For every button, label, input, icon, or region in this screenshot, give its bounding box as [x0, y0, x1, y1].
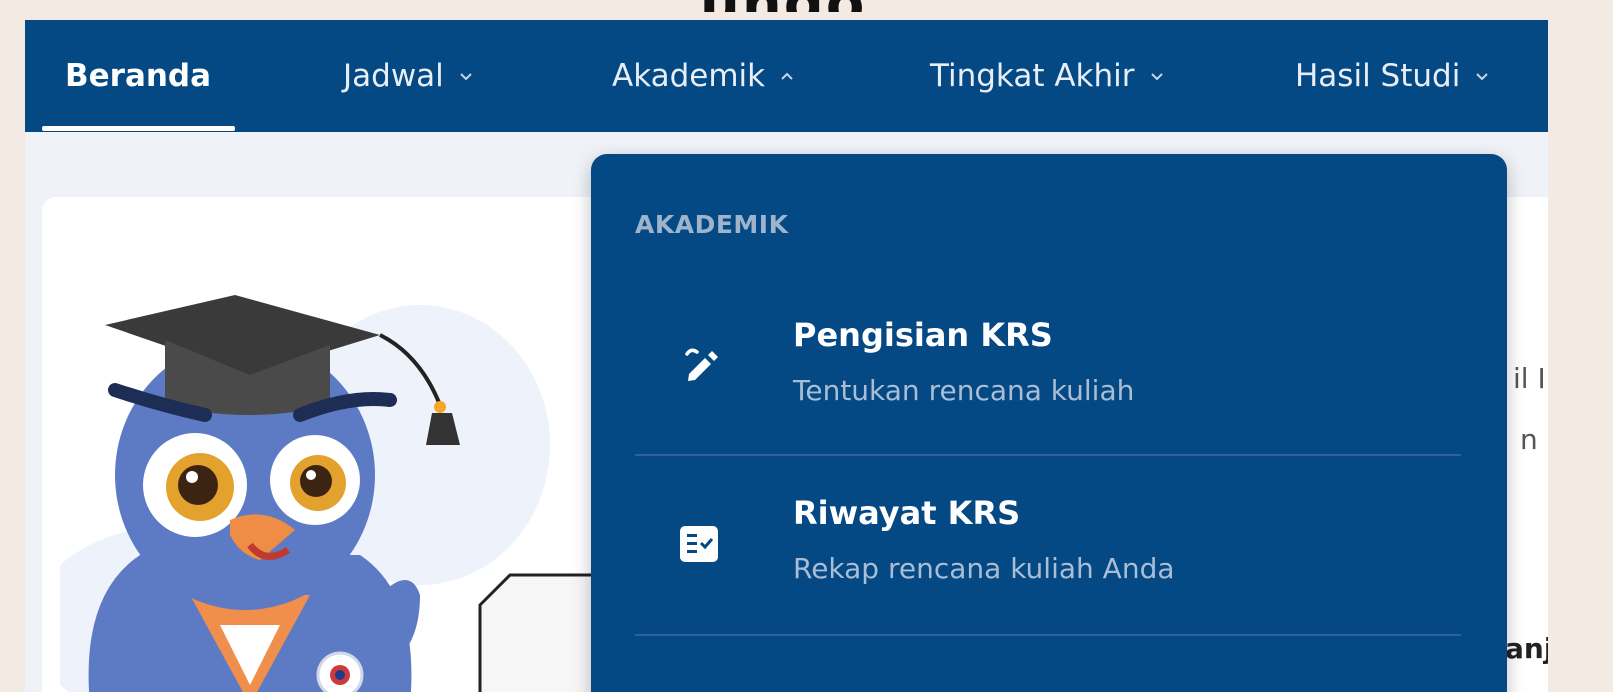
chevron-down-icon — [460, 73, 472, 81]
nav-item-tingkat-akhir[interactable]: Tingkat Akhir — [930, 20, 1165, 132]
nav-label-tingkat-akhir: Tingkat Akhir — [930, 58, 1135, 94]
checklist-icon — [679, 524, 719, 564]
nav-item-akademik[interactable]: Akademik — [612, 20, 795, 132]
menu-item-title: Pengisian KRS — [793, 316, 1053, 354]
pencil-edit-icon — [679, 344, 719, 384]
page-heading-text: ungo — [700, 0, 866, 12]
card-text-peek-3: anj — [1505, 632, 1548, 665]
card-text-peek-1: il IP — [1513, 362, 1548, 395]
page-heading-peek: ungo — [700, 0, 1120, 12]
menu-item-description: Tentukan rencana kuliah — [793, 374, 1135, 407]
nav-label-hasil-studi: Hasil Studi — [1295, 58, 1461, 94]
nav-label-akademik: Akademik — [612, 58, 766, 94]
nav-label-jadwal: Jadwal — [343, 58, 444, 94]
menu-item-riwayat-krs[interactable]: Riwayat KRS Rekap rencana kuliah Anda — [635, 494, 1461, 670]
menu-item-description: Rekap rencana kuliah Anda — [793, 552, 1175, 585]
menu-item-pengisian-krs[interactable]: Pengisian KRS Tentukan rencana kuliah — [635, 316, 1461, 492]
nav-item-beranda[interactable]: Beranda — [65, 20, 211, 132]
card-text-peek-2: n s — [1520, 423, 1548, 456]
menu-item-title: Riwayat KRS — [793, 494, 1021, 532]
app-frame: Beranda Jadwal Akademik Tingkat Akhir Ha… — [25, 20, 1548, 692]
nav-item-jadwal[interactable]: Jadwal — [343, 20, 474, 132]
menu-divider — [635, 454, 1461, 456]
chevron-up-icon — [781, 72, 793, 80]
top-navbar: Beranda Jadwal Akademik Tingkat Akhir Ha… — [25, 20, 1548, 132]
nav-item-hasil-studi[interactable]: Hasil Studi — [1295, 20, 1490, 132]
chevron-down-icon — [1150, 73, 1163, 81]
dropdown-heading: AKADEMIK — [635, 210, 789, 239]
chevron-down-icon — [1476, 73, 1489, 81]
owl-mascot-illustration — [60, 295, 620, 692]
active-tab-indicator — [42, 126, 235, 131]
menu-divider — [635, 634, 1461, 636]
akademik-dropdown-menu: AKADEMIK Pengisian KRS Tentukan rencana … — [591, 154, 1507, 692]
nav-label-beranda: Beranda — [65, 58, 212, 94]
